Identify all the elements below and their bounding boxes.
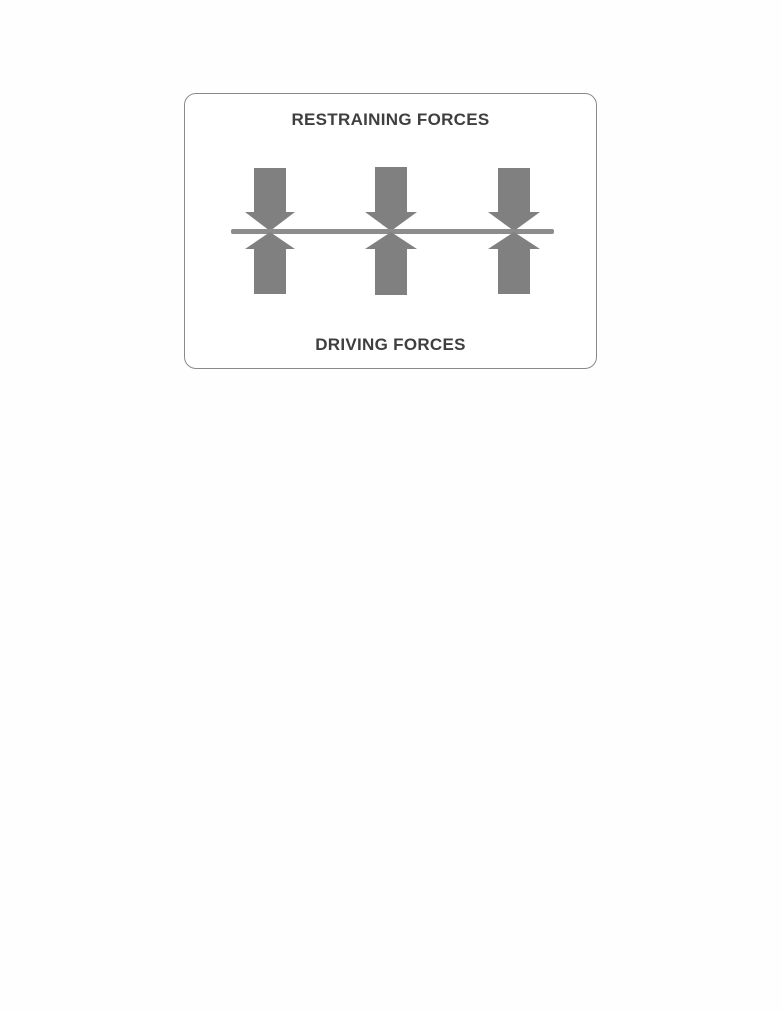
- driving-arrow-1: [245, 232, 295, 294]
- force-arrows-canvas: [231, 167, 554, 295]
- driving-arrow-3: [488, 232, 540, 294]
- driving-forces-label: DRIVING FORCES: [315, 335, 466, 354]
- restraining-arrow-2: [365, 167, 417, 231]
- page: RESTRAINING FORCES DRIVING FORCES: [0, 0, 782, 1012]
- driving-arrow-2: [365, 232, 417, 295]
- restraining-arrow-1: [245, 168, 295, 231]
- restraining-arrow-3: [488, 168, 540, 231]
- force-field-diagram: RESTRAINING FORCES DRIVING FORCES: [184, 93, 597, 369]
